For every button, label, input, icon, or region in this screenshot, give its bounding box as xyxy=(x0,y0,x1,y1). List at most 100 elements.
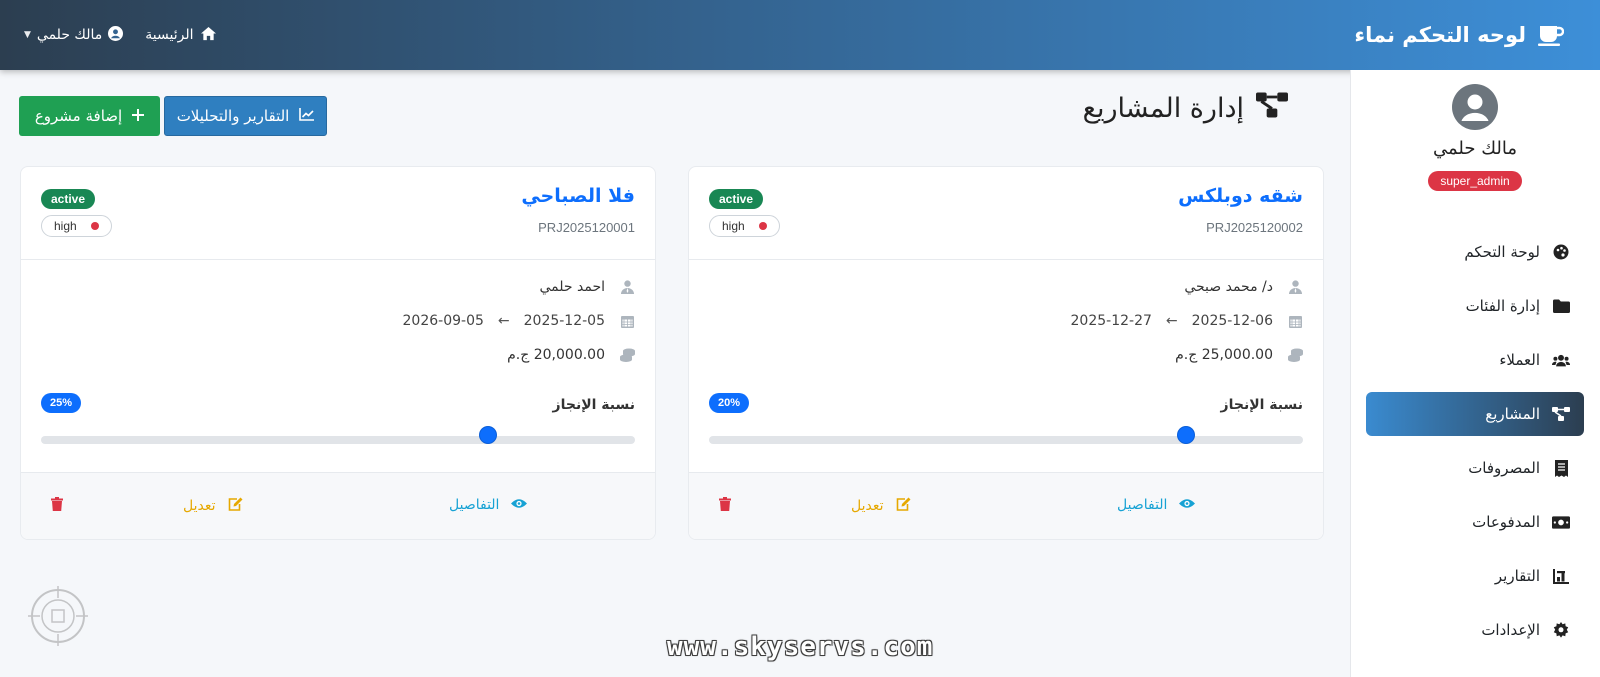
sidebar-item-label: المشاريع xyxy=(1485,405,1540,423)
top-nav: مالك حلمي ▼ الرئيسية xyxy=(24,0,217,70)
end-date: 2025-12-27 xyxy=(1070,313,1152,329)
users-icon xyxy=(1552,351,1570,369)
watermark-text: www.skyservs.com xyxy=(667,632,934,662)
progress-slider-thumb[interactable] xyxy=(1177,427,1194,443)
brand[interactable]: لوحه التحكم نماء xyxy=(1354,0,1564,70)
priority-text: high xyxy=(54,219,77,233)
sidebar-item-dashboard[interactable]: لوحة التحكم xyxy=(1366,230,1584,274)
receipt-icon xyxy=(1552,459,1570,477)
end-date: 2026-09-05 xyxy=(402,313,484,329)
avatar xyxy=(1452,84,1498,130)
progress-badge: 20% xyxy=(709,393,750,413)
budget-amount: 20,000.00 ج.م xyxy=(507,347,605,363)
priority-badge: high xyxy=(709,215,780,237)
project-card-footer: التفاصيل تعديل xyxy=(21,472,655,539)
role-badge: super_admin xyxy=(1428,171,1522,191)
client-name: احمد حلمي xyxy=(539,279,606,295)
home-link-label: الرئيسية xyxy=(145,27,194,43)
user-tie-icon xyxy=(619,280,635,294)
money-bill-icon xyxy=(1552,513,1570,531)
home-link[interactable]: الرئيسية xyxy=(145,26,216,45)
client-name: د/ محمد صبحي xyxy=(1184,279,1273,295)
delete-button[interactable] xyxy=(719,497,731,515)
arrow-left-icon: ← xyxy=(497,313,510,329)
dates-row: 2025-12-05 ← 2026-09-05 xyxy=(403,313,635,329)
sidebar-item-label: المدفوعات xyxy=(1472,513,1540,531)
add-project-button-label: إضافة مشروع xyxy=(34,107,123,125)
chart-bar-icon xyxy=(1552,567,1570,585)
sidebar-item-expenses[interactable]: المصروفات xyxy=(1366,446,1584,490)
profile: مالك حلمي super_admin xyxy=(1350,84,1600,191)
sidebar-item-label: لوحة التحكم xyxy=(1464,243,1540,261)
user-tie-icon xyxy=(1287,280,1303,294)
date-range: 2025-12-05 ← 2026-09-05 xyxy=(403,313,605,329)
watermark-logo xyxy=(26,584,90,648)
project-card: فلا الصباحي PRJ2025120001 active high اح… xyxy=(20,166,656,540)
sidebar-item-settings[interactable]: الإعدادات xyxy=(1366,608,1584,652)
palette-icon xyxy=(1552,243,1570,261)
priority-dot xyxy=(90,222,99,230)
sidebar-item-payments[interactable]: المدفوعات xyxy=(1366,500,1584,544)
eye-icon xyxy=(1179,497,1196,513)
calendar-icon xyxy=(619,314,635,328)
date-range: 2025-12-06 ← 2025-12-27 xyxy=(1071,313,1273,329)
details-link[interactable]: التفاصيل xyxy=(1117,497,1196,513)
add-project-button[interactable]: إضافة مشروع xyxy=(19,96,160,136)
details-label: التفاصيل xyxy=(1117,497,1168,513)
budget-row: 25,000.00 ج.م xyxy=(1175,347,1303,363)
brand-title: لوحه التحكم نماء xyxy=(1354,23,1526,47)
progress-slider-track[interactable] xyxy=(41,436,635,444)
sidebar-item-label: التقارير xyxy=(1494,567,1540,585)
project-card: شقه دوبلكس PRJ2025120002 active high د/ … xyxy=(688,166,1324,540)
project-title[interactable]: شقه دوبلكس xyxy=(1178,185,1303,207)
profile-name: مالك حلمي xyxy=(1433,138,1517,159)
sidebar-menu: لوحة التحكم إدارة الفئات العملاء المشاري… xyxy=(1366,230,1584,662)
reports-button[interactable]: التقارير والتحليلات xyxy=(164,96,327,136)
sidebar-item-projects[interactable]: المشاريع xyxy=(1366,392,1584,436)
status-badge: active xyxy=(709,189,764,209)
details-label: التفاصيل xyxy=(449,497,500,513)
sidebar-item-label: الإعدادات xyxy=(1481,621,1540,639)
progress-slider-thumb[interactable] xyxy=(480,427,496,443)
project-title[interactable]: فلا الصباحي xyxy=(521,185,635,207)
edit-icon xyxy=(896,497,911,515)
project-card-footer: التفاصيل تعديل xyxy=(689,472,1323,539)
eye-icon xyxy=(511,497,528,513)
user-menu-label: مالك حلمي xyxy=(36,27,103,43)
sidebar-item-reports[interactable]: التقارير xyxy=(1366,554,1584,598)
sidebar-item-categories[interactable]: إدارة الفئات xyxy=(1366,284,1584,328)
details-link[interactable]: التفاصيل xyxy=(449,497,528,513)
gear-icon xyxy=(1552,621,1570,639)
start-date: 2025-12-05 xyxy=(523,313,605,329)
sidebar-item-label: العملاء xyxy=(1499,351,1540,369)
reports-button-label: التقارير والتحليلات xyxy=(176,107,290,125)
page-title-text: إدارة المشاريع xyxy=(1082,92,1244,124)
sidebar: مالك حلمي super_admin لوحة التحكم إدارة … xyxy=(1350,70,1600,677)
priority-badge: high xyxy=(41,215,112,237)
sidebar-item-clients[interactable]: العملاء xyxy=(1366,338,1584,382)
progress-badge: 25% xyxy=(41,393,82,413)
trash-icon xyxy=(719,497,731,515)
plus-icon xyxy=(132,107,145,125)
dates-row: 2025-12-06 ← 2025-12-27 xyxy=(1071,313,1303,329)
project-code: PRJ2025120002 xyxy=(1206,220,1303,235)
client-row: احمد حلمي xyxy=(540,279,636,295)
edit-icon xyxy=(228,497,243,515)
progress-label: نسبة الإنجاز xyxy=(1220,397,1303,413)
edit-label: تعديل xyxy=(851,498,884,514)
arrow-left-icon: ← xyxy=(1165,313,1178,329)
project-diagram-icon xyxy=(1552,405,1570,423)
project-diagram-icon xyxy=(1256,92,1288,125)
start-date: 2025-12-06 xyxy=(1191,313,1273,329)
trash-icon xyxy=(51,497,63,515)
progress-slider-track[interactable] xyxy=(709,436,1303,444)
edit-link[interactable]: تعديل xyxy=(183,497,243,515)
priority-dot xyxy=(758,222,767,230)
client-row: د/ محمد صبحي xyxy=(1184,279,1303,295)
user-menu[interactable]: مالك حلمي ▼ xyxy=(24,25,124,45)
user-circle-icon xyxy=(108,25,124,45)
page-title: إدارة المشاريع xyxy=(1083,88,1288,128)
chart-line-icon xyxy=(299,107,315,125)
edit-link[interactable]: تعديل xyxy=(851,497,911,515)
delete-button[interactable] xyxy=(51,497,63,515)
